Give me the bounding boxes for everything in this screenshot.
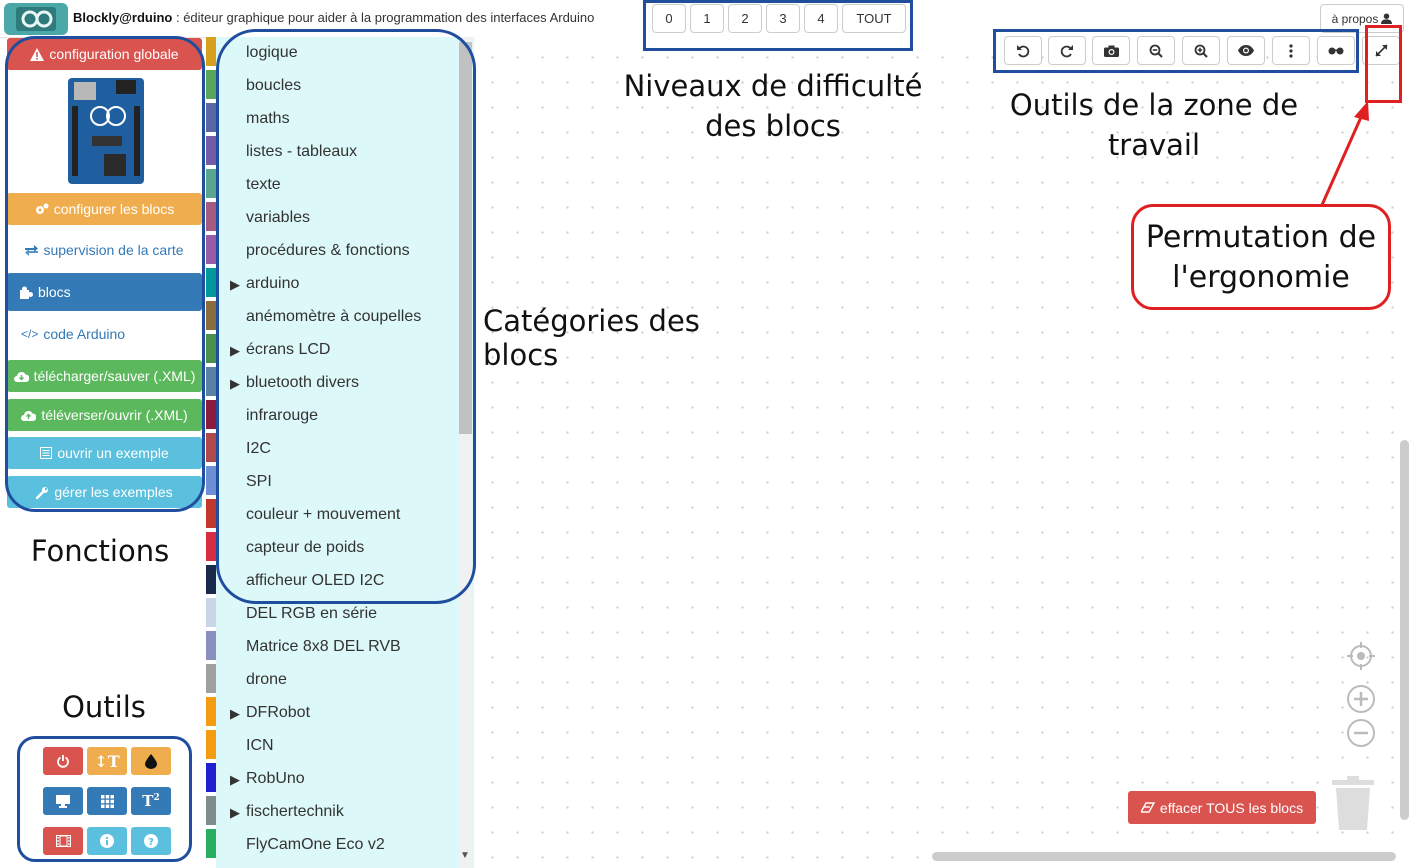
toolbox-category[interactable]: Matrice 8x8 DEL RVB <box>246 638 401 656</box>
tools-highlight-oval <box>17 736 192 862</box>
category-color-segment <box>206 565 216 594</box>
category-color-segment <box>206 235 216 264</box>
about-label: à propos <box>1331 11 1379 26</box>
scroll-down-arrow-icon[interactable]: ▼ <box>460 850 470 861</box>
functions-annotation: Fonctions <box>30 534 170 568</box>
toolbox-category[interactable]: ▶ DFRobot <box>230 704 311 722</box>
app-name: Blockly@rduino <box>73 10 173 25</box>
category-color-segment <box>206 730 216 759</box>
category-color-segment <box>206 664 216 693</box>
category-color-segment <box>206 268 216 297</box>
category-color-segment <box>206 400 216 429</box>
category-color-segment <box>206 202 216 231</box>
eraser-icon <box>1140 801 1155 813</box>
category-color-segment <box>206 697 216 726</box>
clear-all-blocks-button[interactable]: effacer TOUS les blocs <box>1128 791 1316 824</box>
app-title: Blockly@rduino : éditeur graphique pour … <box>73 10 594 25</box>
category-color-segment <box>206 334 216 363</box>
toolbox-category[interactable]: FlyCamOne Eco v2 <box>246 836 385 854</box>
category-color-segment <box>206 499 216 528</box>
workspace-tools-annotation-line-1: Outils de la zone de <box>1009 88 1299 122</box>
levels-annotation-line-1: Niveaux de difficulté <box>623 69 923 103</box>
toolbox-category[interactable]: ▶ fischertechnik <box>230 803 344 821</box>
toolbox-category-label: Matrice 8x8 DEL RVB <box>246 638 401 655</box>
levels-annotation: Niveaux de difficulté des blocs <box>603 66 943 146</box>
category-color-segment <box>206 433 216 462</box>
workspace-tools-highlight-box <box>993 29 1359 73</box>
permutation-line-1: Permutation de <box>1145 220 1377 255</box>
workspace-tools-annotation-line-2: travail <box>1107 128 1201 162</box>
category-color-segment <box>206 367 216 396</box>
levels-annotation-line-2: des blocs <box>705 109 841 143</box>
expand-triangle-icon[interactable]: ▶ <box>230 805 240 821</box>
toolbox-category-label: FlyCamOne Eco v2 <box>246 836 385 853</box>
trash-icon[interactable] <box>1332 776 1374 835</box>
zoom-minus-icon[interactable] <box>1346 718 1376 753</box>
category-color-segment <box>206 763 216 792</box>
category-color-segment <box>206 796 216 825</box>
category-color-segment <box>206 829 216 858</box>
category-color-segment <box>206 136 216 165</box>
toolbox-category-label: RobUno <box>246 770 305 787</box>
categories-highlight-oval <box>216 29 476 604</box>
workspace-vertical-scrollbar[interactable] <box>1400 440 1409 820</box>
category-color-segment <box>206 532 216 561</box>
category-color-segment <box>206 301 216 330</box>
toolbox-category-label: fischertechnik <box>246 803 344 820</box>
workspace-horizontal-scrollbar[interactable] <box>932 852 1396 861</box>
toolbox-category-label: ICN <box>246 737 274 754</box>
category-color-strip <box>206 37 216 868</box>
permutation-arrow <box>1320 101 1369 206</box>
permutation-line-2: l'ergonomie <box>1172 260 1350 295</box>
toolbox-category[interactable]: drone <box>246 671 287 689</box>
user-icon <box>1381 13 1393 24</box>
functions-highlight-oval <box>5 36 205 512</box>
categories-annotation: Catégories des blocs <box>483 304 700 372</box>
category-color-segment <box>206 631 216 660</box>
toolbox-category-label: DFRobot <box>246 704 311 721</box>
levels-highlight-box <box>643 0 913 51</box>
category-color-segment <box>206 466 216 495</box>
blockly-arduino-logo <box>4 3 68 35</box>
toolbox-category[interactable]: DEL RGB en série <box>246 605 377 623</box>
toolbox-category-label: drone <box>246 671 287 688</box>
permutation-callout-text: Permutation de l'ergonomie <box>1131 218 1391 298</box>
toolbox-category-label: DEL RGB en série <box>246 605 378 622</box>
tools-annotation: Outils <box>62 690 146 724</box>
toolbox-category[interactable]: ICN <box>246 737 274 755</box>
category-color-segment <box>206 169 216 198</box>
permutation-highlight-box <box>1365 25 1402 103</box>
recenter-icon[interactable] <box>1346 641 1376 676</box>
toolbox-category[interactable]: ▶ RobUno <box>230 770 305 788</box>
expand-triangle-icon[interactable]: ▶ <box>230 772 240 788</box>
category-color-segment <box>206 598 216 627</box>
category-color-segment <box>206 70 216 99</box>
zoom-plus-icon[interactable] <box>1346 684 1376 719</box>
expand-triangle-icon[interactable]: ▶ <box>230 706 240 722</box>
clear-all-label: effacer TOUS les blocs <box>1159 799 1304 816</box>
category-color-segment <box>206 103 216 132</box>
workspace-tools-annotation: Outils de la zone de travail <box>994 85 1314 165</box>
app-subtitle: : éditeur graphique pour aider à la prog… <box>172 10 595 25</box>
category-color-segment <box>206 37 216 66</box>
